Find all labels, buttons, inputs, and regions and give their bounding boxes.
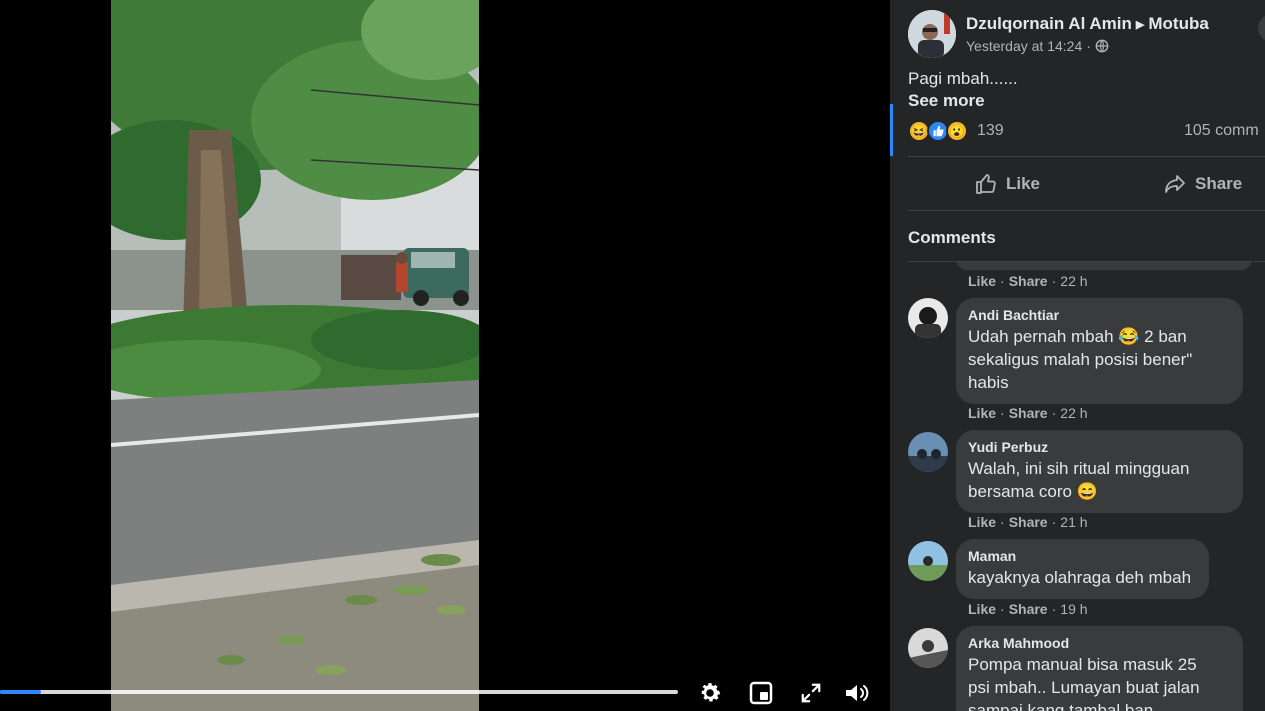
like-button[interactable]: Like	[974, 168, 1040, 200]
scroll-accent-bar	[890, 104, 893, 156]
comment-share-link[interactable]: Share	[1009, 405, 1048, 421]
comment-like-link[interactable]: Like	[968, 405, 996, 421]
divider	[908, 156, 1265, 157]
comment-text-line: habis	[968, 373, 1009, 392]
author-avatar-image	[908, 10, 956, 58]
commenter-name[interactable]: Arka Mahmood	[968, 635, 1229, 651]
post-meta: Yesterday at 14:24 ·	[966, 38, 1109, 54]
gear-icon	[701, 683, 721, 702]
post-timestamp[interactable]: Yesterday at 14:24	[966, 38, 1082, 54]
fullscreen-icon	[801, 683, 821, 703]
post-text: Pagi mbah......	[908, 69, 1018, 88]
comment-text-line: Pompa manual bisa masuk 25	[968, 655, 1197, 674]
commenter-name[interactable]: Andi Bachtiar	[968, 307, 1229, 323]
video-progress-bar[interactable]	[0, 690, 678, 694]
post-author-line: Dzulqornain Al Amin ▶ Motuba	[966, 14, 1209, 34]
comment-text-line: bersama coro 😄	[968, 482, 1098, 501]
author-avatar[interactable]	[908, 10, 956, 58]
comment-share-link[interactable]: Share	[1009, 601, 1048, 617]
comment-text-line: sampai kang tambal ban	[968, 701, 1154, 711]
thumbs-up-icon	[976, 174, 996, 194]
group-name[interactable]: Motuba	[1148, 14, 1208, 34]
comment-bubble: Andi Bachtiar Udah pernah mbah 😂 2 ban s…	[956, 298, 1243, 404]
comment-text-line: kayaknya olahraga deh mbah	[968, 568, 1192, 587]
commenter-avatar[interactable]	[908, 628, 948, 668]
comment-bubble: Arka Mahmood Pompa manual bisa masuk 25 …	[956, 626, 1243, 711]
commenter-avatar[interactable]	[908, 298, 948, 338]
comment-bubble: Yudi Perbuz Walah, ini sih ritual minggu…	[956, 430, 1243, 513]
divider	[908, 210, 1265, 211]
video-still-street-scene	[111, 0, 479, 711]
comment-text-line: psi mbah.. Lumayan buat jalan	[968, 678, 1200, 697]
settings-button[interactable]	[696, 679, 724, 707]
volume-icon	[846, 685, 869, 701]
share-button[interactable]: Share	[1163, 168, 1242, 200]
like-button-label: Like	[1006, 174, 1041, 193]
comment-count-link[interactable]: 105 comm	[1184, 122, 1259, 140]
comment-actions: Like · Share · 22 h	[968, 273, 1088, 289]
comment-like-link[interactable]: Like	[968, 273, 996, 289]
comment-time[interactable]: 22 h	[1060, 405, 1087, 421]
comments-list[interactable]: Like · Share · 22 h Andi Bachtiar Udah perna…	[890, 262, 1265, 711]
comment-actions: Like · Share · 19 h	[968, 601, 1088, 617]
comment-like-link[interactable]: Like	[968, 601, 996, 617]
video-progress-fill	[0, 690, 41, 694]
comment-text-line: Udah pernah mbah 😂 2 ban	[968, 327, 1187, 346]
see-more-link[interactable]: See more	[908, 91, 985, 111]
caret-right-icon: ▶	[1135, 18, 1145, 31]
share-button-label: Share	[1195, 174, 1243, 193]
commenter-name[interactable]: Yudi Perbuz	[968, 439, 1229, 455]
picture-in-picture-icon	[749, 681, 773, 705]
wow-reaction-icon: 😮	[946, 120, 968, 142]
comment-time[interactable]: 22 h	[1060, 273, 1087, 289]
comment-time[interactable]: 21 h	[1060, 514, 1087, 530]
comment-share-link[interactable]: Share	[1009, 514, 1048, 530]
comment-actions: Like · Share · 22 h	[968, 405, 1088, 421]
post-side-panel: Dzulqornain Al Amin ▶ Motuba Yesterday a…	[890, 0, 1265, 711]
fullscreen-button[interactable]	[797, 679, 825, 707]
more-options-button[interactable]	[1258, 14, 1265, 42]
commenter-avatar[interactable]	[908, 541, 948, 581]
video-frame[interactable]	[111, 0, 479, 711]
reaction-count: 139	[977, 122, 1004, 139]
comment-share-link[interactable]: Share	[1009, 273, 1048, 289]
commenter-name[interactable]: Maman	[968, 548, 1195, 564]
comment-text-line: sekaligus malah posisi bener"	[968, 350, 1193, 369]
comment-actions: Like · Share · 21 h	[968, 514, 1088, 530]
volume-button[interactable]	[843, 679, 871, 707]
share-arrow-icon	[1165, 175, 1185, 193]
meta-separator: ·	[1086, 38, 1091, 54]
comment-bubble: Maman kayaknya olahraga deh mbah	[956, 539, 1209, 599]
comments-heading: Comments	[908, 228, 996, 247]
comment-like-link[interactable]: Like	[968, 514, 996, 530]
picture-in-picture-button[interactable]	[747, 679, 775, 707]
facebook-video-viewer: Dzulqornain Al Amin ▶ Motuba Yesterday a…	[0, 0, 1265, 711]
globe-icon	[1095, 39, 1109, 53]
commenter-avatar[interactable]	[908, 432, 948, 472]
video-player[interactable]	[0, 0, 890, 711]
previous-comment-bubble	[956, 262, 1252, 270]
comment-text-line: Walah, ini sih ritual mingguan	[968, 459, 1190, 478]
comment-time[interactable]: 19 h	[1060, 601, 1087, 617]
reaction-summary[interactable]: 😆 😮 139	[908, 118, 1004, 144]
author-name[interactable]: Dzulqornain Al Amin	[966, 14, 1132, 34]
